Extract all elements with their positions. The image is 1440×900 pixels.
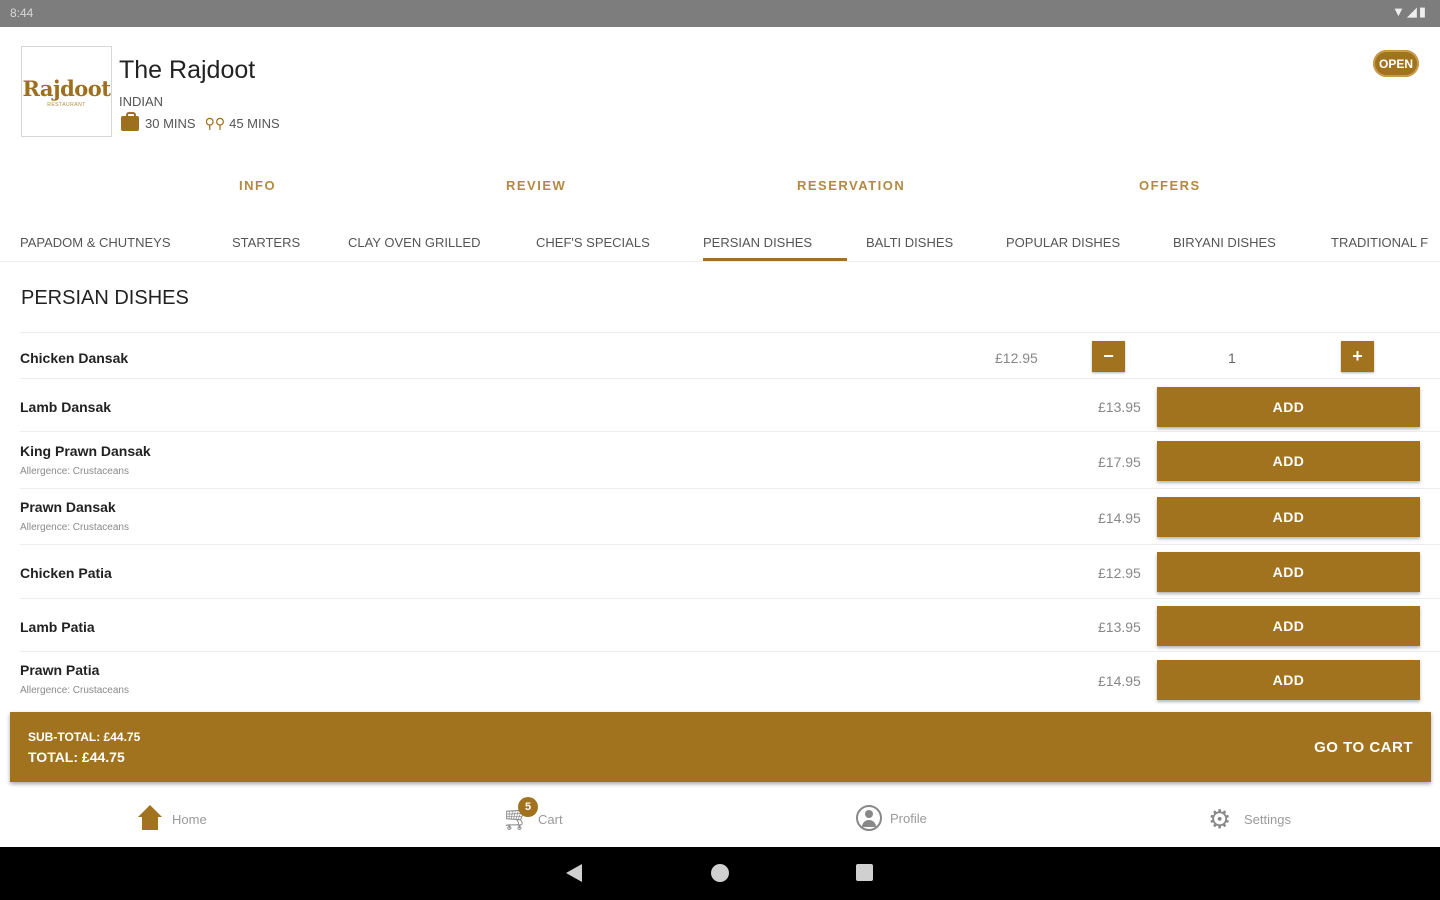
system-navigation-bar xyxy=(0,847,1440,900)
category-tab-clay-oven[interactable]: CLAY OVEN GRILLED xyxy=(348,235,480,250)
status-icons: ▼◢▮ xyxy=(1391,4,1428,19)
tab-reservation[interactable]: RESERVATION xyxy=(797,178,905,193)
nav-profile-label: Profile xyxy=(890,810,927,826)
gear-icon: ⚙ xyxy=(1208,804,1232,834)
tab-review[interactable]: REVIEW xyxy=(506,178,566,193)
collection-bag-icon xyxy=(121,112,139,131)
item-price: £13.95 xyxy=(1098,399,1141,415)
item-price: £14.95 xyxy=(1098,510,1141,526)
active-tab-indicator xyxy=(703,258,847,261)
category-tab-chefs-specials[interactable]: CHEF'S SPECIALS xyxy=(536,235,650,250)
menu-item-row: King Prawn Dansak Allergence: Crustacean… xyxy=(20,431,1440,488)
go-to-cart-button[interactable]: GO TO CART xyxy=(1314,739,1413,756)
category-tabs: PAPADOM & CHUTNEYS STARTERS CLAY OVEN GR… xyxy=(0,222,1440,262)
nav-profile[interactable]: Profile xyxy=(856,805,927,831)
restaurant-logo: Rajdoot RESTAURANT xyxy=(21,46,112,137)
item-name: Lamb Patia xyxy=(20,619,95,635)
add-button[interactable]: ADD xyxy=(1157,441,1420,481)
item-price: £13.95 xyxy=(1098,619,1141,635)
main-tabs: INFO REVIEW RESERVATION OFFERS xyxy=(0,170,1440,202)
status-time: 8:44 xyxy=(10,6,34,20)
nav-home-label: Home xyxy=(172,811,207,827)
menu-item-row: Prawn Dansak Allergence: Crustaceans £14… xyxy=(20,488,1440,544)
add-button[interactable]: ADD xyxy=(1157,606,1420,646)
profile-icon xyxy=(856,805,882,831)
menu-item-row: Prawn Patia Allergence: Crustaceans £14.… xyxy=(20,651,1440,707)
add-button[interactable]: ADD xyxy=(1157,497,1420,537)
logo-text: Rajdoot xyxy=(22,75,111,101)
category-tab-popular[interactable]: POPULAR DISHES xyxy=(1006,235,1120,250)
nav-home[interactable]: Home xyxy=(136,805,207,833)
logo-subtext: RESTAURANT xyxy=(47,101,86,108)
quantity-value: 1 xyxy=(1228,350,1236,366)
bottom-navigation: Home 🛒︎ 5 Cart Profile ⚙ Settings xyxy=(0,795,1440,847)
item-price: £14.95 xyxy=(1098,673,1141,689)
menu-item-row: Lamb Patia £13.95 ADD xyxy=(20,598,1440,651)
home-circle-icon[interactable] xyxy=(711,864,729,882)
item-name: Chicken Dansak xyxy=(20,350,129,366)
item-price: £12.95 xyxy=(995,350,1038,366)
decrease-quantity-button[interactable]: − xyxy=(1092,341,1125,372)
restaurant-times: 30 MINS ⚲⚲ 45 MINS xyxy=(121,112,280,132)
nav-cart[interactable]: 🛒︎ 5 Cart xyxy=(502,797,563,833)
category-tab-starters[interactable]: STARTERS xyxy=(232,235,300,250)
open-status-badge: OPEN xyxy=(1373,50,1419,77)
restaurant-name: The Rajdoot xyxy=(119,56,256,84)
restaurant-header: Rajdoot RESTAURANT The Rajdoot INDIAN 30… xyxy=(0,27,1440,157)
item-allergen: Allergence: Crustaceans xyxy=(20,522,129,533)
increase-quantity-button[interactable]: + xyxy=(1341,341,1374,372)
delivery-time: 45 MINS xyxy=(229,116,280,131)
category-tab-balti[interactable]: BALTI DISHES xyxy=(866,235,953,250)
cart-icon: 🛒︎ 5 xyxy=(502,797,538,833)
menu-item-row: Lamb Dansak £13.95 ADD xyxy=(20,378,1440,431)
item-price: £12.95 xyxy=(1098,565,1141,581)
restaurant-cuisine: INDIAN xyxy=(119,94,164,109)
item-name: King Prawn Dansak xyxy=(20,443,151,459)
sub-total: SUB-TOTAL: £44.75 xyxy=(28,730,141,744)
menu-item-row: Chicken Patia £12.95 ADD xyxy=(20,544,1440,598)
add-button[interactable]: ADD xyxy=(1157,660,1420,700)
total: TOTAL: £44.75 xyxy=(28,749,125,765)
status-bar: 8:44 ▼◢▮ xyxy=(0,0,1440,27)
nav-settings[interactable]: ⚙ Settings xyxy=(1208,805,1291,833)
item-allergen: Allergence: Crustaceans xyxy=(20,466,129,477)
back-icon[interactable] xyxy=(566,864,582,882)
tab-info[interactable]: INFO xyxy=(239,178,276,193)
category-tab-biryani[interactable]: BIRYANI DISHES xyxy=(1173,235,1276,250)
item-name: Prawn Patia xyxy=(20,662,100,678)
menu-item-row: Chicken Dansak £12.95 − 1 + xyxy=(20,332,1440,378)
category-tab-persian[interactable]: PERSIAN DISHES xyxy=(703,235,812,250)
nav-settings-label: Settings xyxy=(1244,811,1291,827)
item-name: Prawn Dansak xyxy=(20,499,116,515)
collection-time: 30 MINS xyxy=(145,116,196,131)
add-button[interactable]: ADD xyxy=(1157,387,1420,427)
item-name: Chicken Patia xyxy=(20,565,112,581)
add-button[interactable]: ADD xyxy=(1157,552,1420,592)
item-price: £17.95 xyxy=(1098,454,1141,470)
tab-offers[interactable]: OFFERS xyxy=(1139,178,1201,193)
cart-summary-bar: SUB-TOTAL: £44.75 TOTAL: £44.75 GO TO CA… xyxy=(10,712,1431,782)
home-icon xyxy=(136,805,164,833)
nav-cart-label: Cart xyxy=(538,811,563,827)
item-name: Lamb Dansak xyxy=(20,399,112,415)
delivery-bike-icon: ⚲⚲ xyxy=(204,115,226,131)
category-tab-traditional[interactable]: TRADITIONAL F xyxy=(1331,235,1428,250)
cart-count-badge: 5 xyxy=(518,797,538,817)
section-title: PERSIAN DISHES xyxy=(21,287,189,309)
recent-apps-icon[interactable] xyxy=(856,864,873,881)
category-tab-papadom[interactable]: PAPADOM & CHUTNEYS xyxy=(20,235,170,250)
item-allergen: Allergence: Crustaceans xyxy=(20,685,129,696)
